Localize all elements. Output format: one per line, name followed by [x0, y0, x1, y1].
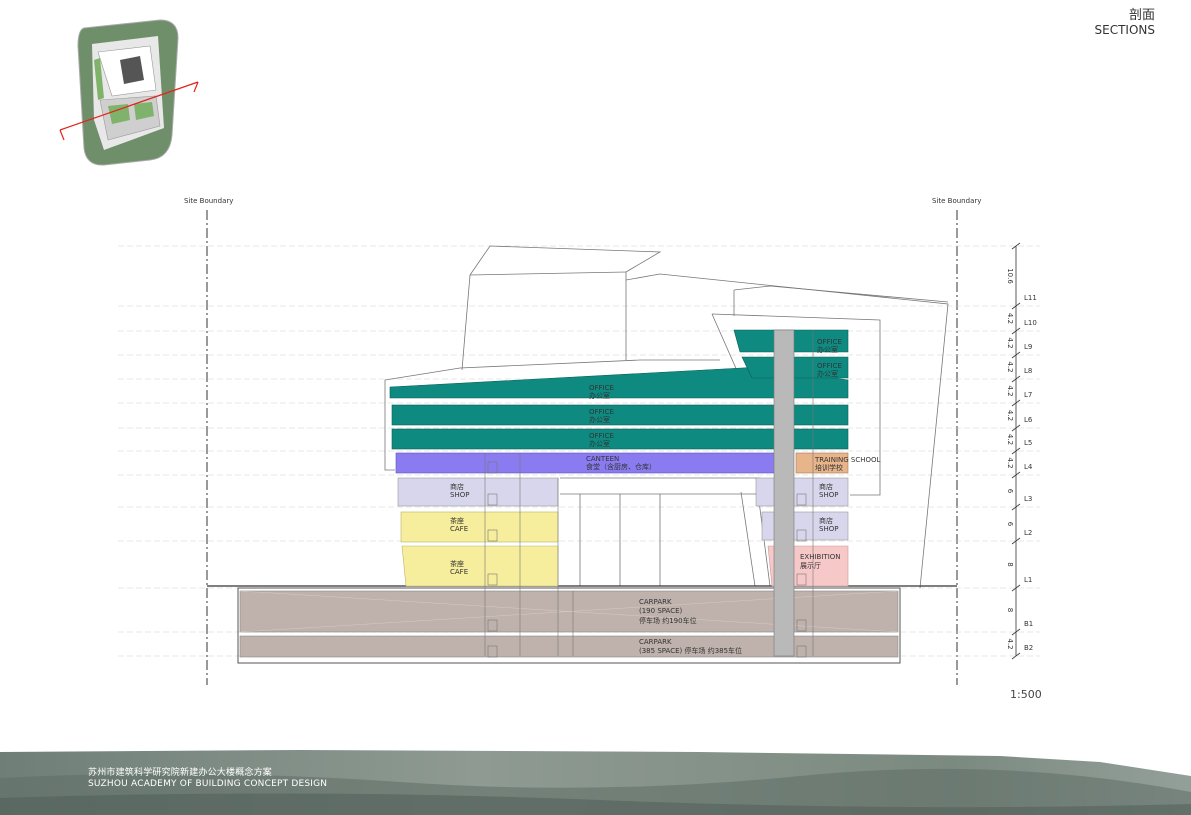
- right-boundary-label: Site Boundary: [932, 197, 981, 205]
- office-l5-zh: 办公室: [589, 439, 610, 448]
- carpark-b1-line3: 停车场 约190车位: [639, 616, 697, 625]
- left-boundary-label: Site Boundary: [184, 197, 233, 205]
- shop-left-zh: 商店: [450, 482, 464, 491]
- level-name-l7: L7: [1024, 391, 1032, 399]
- level-height-l11: 10.6: [1006, 268, 1014, 284]
- level-height-l6: 4.2: [1006, 410, 1014, 421]
- level-name-l4: L4: [1024, 463, 1033, 471]
- canteen-en: CANTEEN: [586, 455, 619, 463]
- cafe-l1-block: [401, 545, 559, 587]
- level-name-b1: B1: [1024, 620, 1033, 628]
- cafe-l2-block: [400, 511, 559, 543]
- level-height-b1: 8: [1006, 608, 1014, 612]
- footer-title-zh: 苏州市建筑科学研究院新建办公大楼概念方案: [88, 768, 273, 778]
- office-l6-en: OFFICE: [589, 408, 614, 416]
- cafe-l2-zh: 茶座: [450, 516, 464, 525]
- shop-left-en: SHOP: [450, 491, 469, 499]
- level-height-l9: 4.2: [1006, 337, 1014, 348]
- cafe-l1-zh: 茶座: [450, 559, 464, 568]
- level-height-l3: 6: [1006, 489, 1014, 494]
- exhibition-zh: 展示厅: [800, 562, 821, 570]
- level-name-b2: B2: [1024, 644, 1033, 652]
- level-height-l1: 8: [1006, 562, 1014, 566]
- level-height-l10: 4.2: [1006, 313, 1014, 324]
- office-l9-zh: 办公室: [817, 345, 838, 354]
- level-name-l3: L3: [1024, 495, 1032, 503]
- office-l6-zh: 办公室: [589, 415, 610, 424]
- carpark-b2: [239, 635, 899, 658]
- training-zh: 培训学校: [815, 463, 843, 472]
- level-name-l1: L1: [1024, 576, 1032, 584]
- level-name-l10: L10: [1024, 319, 1037, 327]
- level-name-l9: L9: [1024, 343, 1032, 351]
- carpark-b2-line2: (385 SPACE) 停车场 约385车位: [639, 646, 742, 655]
- office-l8-en: OFFICE: [817, 362, 842, 370]
- level-height-l4: 4.2: [1006, 457, 1014, 468]
- key-plan: [59, 19, 199, 166]
- shop-r3-en: SHOP: [819, 491, 838, 499]
- level-height-l8: 4.2: [1006, 361, 1014, 372]
- level-height-b2: 4.2: [1006, 638, 1014, 649]
- exhibition-en: EXHIBITION: [800, 553, 841, 561]
- cafe-l2-en: CAFE: [450, 525, 468, 533]
- office-l5-en: OFFICE: [589, 432, 614, 440]
- carpark-b1-line2: (190 SPACE): [639, 607, 683, 615]
- cafe-l1-en: CAFE: [450, 568, 468, 576]
- scale-label: 1:500: [1010, 688, 1042, 701]
- footer-title-en: SUZHOU ACADEMY OF BUILDING CONCEPT DESIG…: [88, 779, 328, 789]
- training-en: TRAINING SCHOOL: [814, 456, 881, 464]
- footer-title: 苏州市建筑科学研究院新建办公大楼概念方案 SUZHOU ACADEMY OF B…: [88, 768, 327, 790]
- level-height-l5: 4.2: [1006, 434, 1014, 445]
- shop-r3-zh: 商店: [819, 482, 833, 491]
- level-name-l6: L6: [1024, 416, 1033, 424]
- shop-r2-zh: 商店: [819, 516, 833, 525]
- office-l8-zh: 办公室: [817, 369, 838, 378]
- level-name-l8: L8: [1024, 367, 1032, 375]
- level-height-l2: 6: [1006, 522, 1014, 527]
- canteen-zh: 食堂（含厨房、仓库）: [586, 462, 656, 471]
- level-name-l5: L5: [1024, 439, 1032, 447]
- carpark-b2-line1: CARPARK: [639, 638, 672, 646]
- office-l7-en: OFFICE: [589, 384, 614, 392]
- level-name-l2: L2: [1024, 529, 1032, 537]
- office-l7-zh: 办公室: [589, 391, 610, 400]
- shop-r2-en: SHOP: [819, 525, 838, 533]
- carpark-b1-line1: CARPARK: [639, 598, 672, 606]
- vertical-core: [773, 329, 795, 657]
- level-name-l11: L11: [1024, 294, 1037, 302]
- level-height-l7: 4.2: [1006, 385, 1014, 396]
- shop-left-block: [397, 477, 559, 507]
- office-l9-en: OFFICE: [817, 338, 842, 346]
